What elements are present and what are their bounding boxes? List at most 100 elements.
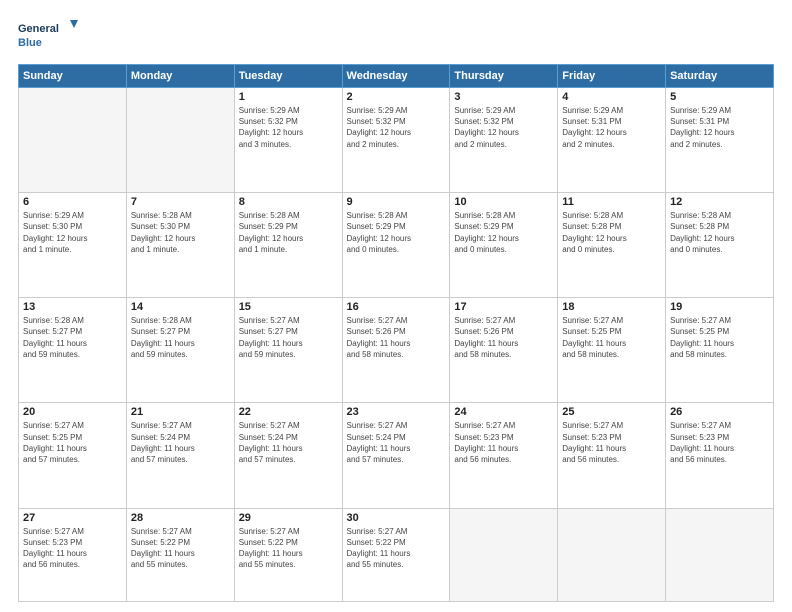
calendar-cell: 6 Sunrise: 5:29 AM Sunset: 5:30 PM Daylig…	[19, 193, 127, 298]
calendar-cell: 9 Sunrise: 5:28 AM Sunset: 5:29 PM Daylig…	[342, 193, 450, 298]
day-info: Sunrise: 5:28 AM Sunset: 5:30 PM Dayligh…	[131, 210, 230, 255]
page: General Blue SundayMondayTuesdayWednesda…	[0, 0, 792, 612]
day-number: 23	[347, 406, 446, 418]
calendar-cell: 13 Sunrise: 5:28 AM Sunset: 5:27 PM Dayli…	[19, 298, 127, 403]
day-info: Sunrise: 5:27 AM Sunset: 5:25 PM Dayligh…	[562, 315, 661, 360]
calendar-cell	[450, 508, 558, 602]
day-number: 10	[454, 196, 553, 208]
day-number: 19	[670, 301, 769, 313]
day-info: Sunrise: 5:27 AM Sunset: 5:23 PM Dayligh…	[454, 420, 553, 465]
day-number: 24	[454, 406, 553, 418]
logo: General Blue	[18, 18, 78, 54]
day-info: Sunrise: 5:29 AM Sunset: 5:32 PM Dayligh…	[454, 105, 553, 150]
calendar-cell	[558, 508, 666, 602]
day-number: 6	[23, 196, 122, 208]
day-info: Sunrise: 5:27 AM Sunset: 5:26 PM Dayligh…	[347, 315, 446, 360]
day-number: 3	[454, 91, 553, 103]
calendar-cell: 8 Sunrise: 5:28 AM Sunset: 5:29 PM Daylig…	[234, 193, 342, 298]
calendar-cell: 23 Sunrise: 5:27 AM Sunset: 5:24 PM Dayli…	[342, 403, 450, 508]
calendar-cell: 10 Sunrise: 5:28 AM Sunset: 5:29 PM Dayli…	[450, 193, 558, 298]
day-info: Sunrise: 5:27 AM Sunset: 5:25 PM Dayligh…	[23, 420, 122, 465]
calendar-cell: 12 Sunrise: 5:28 AM Sunset: 5:28 PM Dayli…	[666, 193, 774, 298]
day-info: Sunrise: 5:27 AM Sunset: 5:27 PM Dayligh…	[239, 315, 338, 360]
calendar-cell: 7Sunrise: 5:28 AM Sunset: 5:30 PM Daylig…	[126, 193, 234, 298]
calendar-cell: 25Sunrise: 5:27 AM Sunset: 5:23 PM Dayli…	[558, 403, 666, 508]
calendar-cell: 14Sunrise: 5:28 AM Sunset: 5:27 PM Dayli…	[126, 298, 234, 403]
day-info: Sunrise: 5:28 AM Sunset: 5:28 PM Dayligh…	[562, 210, 661, 255]
calendar-cell: 27Sunrise: 5:27 AM Sunset: 5:23 PM Dayli…	[19, 508, 127, 602]
calendar-cell: 21 Sunrise: 5:27 AM Sunset: 5:24 PM Dayli…	[126, 403, 234, 508]
day-number: 21	[131, 406, 230, 418]
week-row-2: 6 Sunrise: 5:29 AM Sunset: 5:30 PM Daylig…	[19, 193, 774, 298]
weekday-header-monday: Monday	[126, 65, 234, 88]
calendar-table: SundayMondayTuesdayWednesdayThursdayFrid…	[18, 64, 774, 602]
header: General Blue	[18, 18, 774, 54]
day-info: Sunrise: 5:27 AM Sunset: 5:23 PM Dayligh…	[670, 420, 769, 465]
day-info: Sunrise: 5:28 AM Sunset: 5:29 PM Dayligh…	[347, 210, 446, 255]
day-info: Sunrise: 5:29 AM Sunset: 5:32 PM Dayligh…	[239, 105, 338, 150]
calendar-cell	[666, 508, 774, 602]
logo-svg: General Blue	[18, 18, 78, 54]
calendar-cell: 11 Sunrise: 5:28 AM Sunset: 5:28 PM Dayli…	[558, 193, 666, 298]
day-number: 20	[23, 406, 122, 418]
day-number: 1	[239, 91, 338, 103]
day-info: Sunrise: 5:27 AM Sunset: 5:24 PM Dayligh…	[239, 420, 338, 465]
calendar-cell: 1 Sunrise: 5:29 AM Sunset: 5:32 PM Daylig…	[234, 88, 342, 193]
day-number: 4	[562, 91, 661, 103]
day-info: Sunrise: 5:27 AM Sunset: 5:22 PM Dayligh…	[239, 526, 338, 571]
day-number: 22	[239, 406, 338, 418]
day-info: Sunrise: 5:28 AM Sunset: 5:29 PM Dayligh…	[454, 210, 553, 255]
day-number: 12	[670, 196, 769, 208]
weekday-header-row: SundayMondayTuesdayWednesdayThursdayFrid…	[19, 65, 774, 88]
weekday-header-saturday: Saturday	[666, 65, 774, 88]
day-info: Sunrise: 5:27 AM Sunset: 5:24 PM Dayligh…	[347, 420, 446, 465]
day-number: 9	[347, 196, 446, 208]
weekday-header-sunday: Sunday	[19, 65, 127, 88]
day-info: Sunrise: 5:29 AM Sunset: 5:30 PM Dayligh…	[23, 210, 122, 255]
day-number: 30	[347, 512, 446, 524]
week-row-5: 27Sunrise: 5:27 AM Sunset: 5:23 PM Dayli…	[19, 508, 774, 602]
weekday-header-friday: Friday	[558, 65, 666, 88]
calendar-cell: 20 Sunrise: 5:27 AM Sunset: 5:25 PM Dayli…	[19, 403, 127, 508]
calendar-cell: 17Sunrise: 5:27 AM Sunset: 5:26 PM Dayli…	[450, 298, 558, 403]
day-info: Sunrise: 5:29 AM Sunset: 5:31 PM Dayligh…	[562, 105, 661, 150]
week-row-1: 1 Sunrise: 5:29 AM Sunset: 5:32 PM Daylig…	[19, 88, 774, 193]
weekday-header-wednesday: Wednesday	[342, 65, 450, 88]
day-number: 5	[670, 91, 769, 103]
day-number: 8	[239, 196, 338, 208]
day-number: 28	[131, 512, 230, 524]
day-info: Sunrise: 5:29 AM Sunset: 5:31 PM Dayligh…	[670, 105, 769, 150]
day-info: Sunrise: 5:28 AM Sunset: 5:27 PM Dayligh…	[131, 315, 230, 360]
day-number: 29	[239, 512, 338, 524]
day-info: Sunrise: 5:27 AM Sunset: 5:24 PM Dayligh…	[131, 420, 230, 465]
weekday-header-tuesday: Tuesday	[234, 65, 342, 88]
day-info: Sunrise: 5:27 AM Sunset: 5:23 PM Dayligh…	[23, 526, 122, 571]
day-info: Sunrise: 5:27 AM Sunset: 5:22 PM Dayligh…	[347, 526, 446, 571]
calendar-cell: 16 Sunrise: 5:27 AM Sunset: 5:26 PM Dayli…	[342, 298, 450, 403]
calendar-cell: 4 Sunrise: 5:29 AM Sunset: 5:31 PM Daylig…	[558, 88, 666, 193]
calendar-cell: 5 Sunrise: 5:29 AM Sunset: 5:31 PM Daylig…	[666, 88, 774, 193]
day-info: Sunrise: 5:28 AM Sunset: 5:27 PM Dayligh…	[23, 315, 122, 360]
svg-text:General: General	[18, 23, 59, 35]
day-number: 11	[562, 196, 661, 208]
calendar-cell: 24 Sunrise: 5:27 AM Sunset: 5:23 PM Dayli…	[450, 403, 558, 508]
calendar-cell	[19, 88, 127, 193]
day-number: 13	[23, 301, 122, 313]
calendar-cell: 18 Sunrise: 5:27 AM Sunset: 5:25 PM Dayli…	[558, 298, 666, 403]
day-info: Sunrise: 5:28 AM Sunset: 5:29 PM Dayligh…	[239, 210, 338, 255]
day-number: 16	[347, 301, 446, 313]
day-number: 15	[239, 301, 338, 313]
day-number: 18	[562, 301, 661, 313]
calendar-cell: 30 Sunrise: 5:27 AM Sunset: 5:22 PM Dayli…	[342, 508, 450, 602]
calendar-cell: 22 Sunrise: 5:27 AM Sunset: 5:24 PM Dayli…	[234, 403, 342, 508]
day-info: Sunrise: 5:28 AM Sunset: 5:28 PM Dayligh…	[670, 210, 769, 255]
day-number: 26	[670, 406, 769, 418]
calendar-cell: 26 Sunrise: 5:27 AM Sunset: 5:23 PM Dayli…	[666, 403, 774, 508]
day-info: Sunrise: 5:27 AM Sunset: 5:25 PM Dayligh…	[670, 315, 769, 360]
calendar-cell: 3 Sunrise: 5:29 AM Sunset: 5:32 PM Daylig…	[450, 88, 558, 193]
weekday-header-thursday: Thursday	[450, 65, 558, 88]
calendar-cell: 15 Sunrise: 5:27 AM Sunset: 5:27 PM Dayli…	[234, 298, 342, 403]
day-number: 2	[347, 91, 446, 103]
day-info: Sunrise: 5:27 AM Sunset: 5:23 PM Dayligh…	[562, 420, 661, 465]
week-row-3: 13 Sunrise: 5:28 AM Sunset: 5:27 PM Dayli…	[19, 298, 774, 403]
